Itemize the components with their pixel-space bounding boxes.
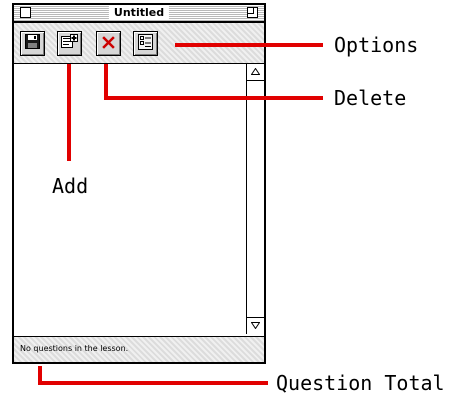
question-total-text: No questions in the lesson. <box>20 344 129 353</box>
delete-callout-label: Delete <box>334 86 407 110</box>
options-callout-label: Options <box>334 33 419 57</box>
delete-callout-line-vertical <box>104 64 108 100</box>
status-bar: No questions in the lesson. <box>14 336 264 362</box>
options-button[interactable] <box>133 31 158 56</box>
zoom-box[interactable] <box>247 7 258 18</box>
question-list[interactable] <box>14 64 264 334</box>
question-total-callout-line-horizontal <box>38 381 268 385</box>
add-question-icon <box>61 34 78 53</box>
window-title: Untitled <box>108 5 170 20</box>
close-box[interactable] <box>20 7 31 18</box>
arrow-up-icon <box>251 68 260 75</box>
add-callout-line <box>67 64 71 161</box>
add-callout-label: Add <box>52 174 89 198</box>
delete-icon <box>102 34 115 53</box>
add-button[interactable] <box>57 31 82 56</box>
delete-button[interactable] <box>96 31 121 56</box>
save-button[interactable] <box>20 31 45 56</box>
scroll-up-arrow[interactable] <box>247 64 264 81</box>
options-callout-line <box>175 43 323 47</box>
save-icon <box>25 34 40 53</box>
lesson-window: Untitled No questions in the lesson. <box>12 3 266 364</box>
title-bar[interactable]: Untitled <box>14 5 264 23</box>
scroll-down-arrow[interactable] <box>247 317 264 334</box>
delete-callout-line-horizontal <box>104 96 323 100</box>
vertical-scrollbar[interactable] <box>246 64 264 334</box>
options-icon <box>138 33 153 54</box>
question-total-callout-label: Question Total <box>276 371 445 395</box>
arrow-down-icon <box>251 322 260 329</box>
